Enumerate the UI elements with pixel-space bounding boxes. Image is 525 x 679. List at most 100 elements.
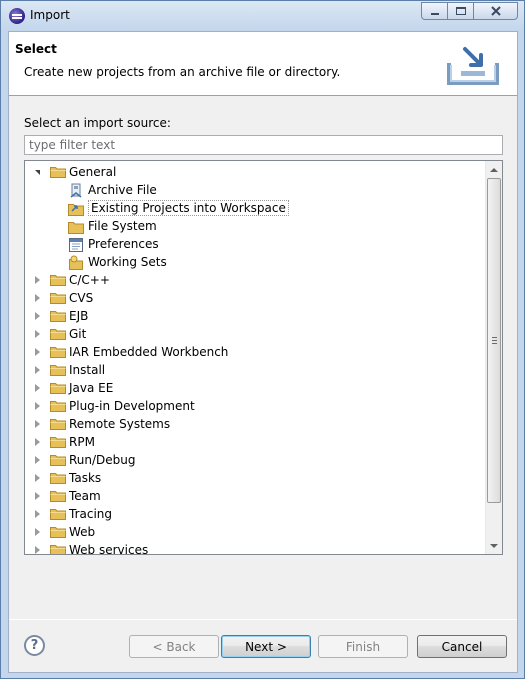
wizard-page-description: Create new projects from an archive file… xyxy=(24,65,341,79)
scroll-grip-icon xyxy=(492,337,497,344)
expand-closed-icon[interactable] xyxy=(35,384,40,392)
expand-closed-icon[interactable] xyxy=(35,312,40,320)
tree-item-tasks[interactable]: Tasks xyxy=(25,470,485,488)
folder-icon xyxy=(50,310,66,322)
expand-closed-icon[interactable] xyxy=(35,366,40,374)
tree-item-c-c-[interactable]: C/C++ xyxy=(25,272,485,290)
folder-icon xyxy=(50,472,66,484)
folder-icon xyxy=(50,364,66,376)
filter-input[interactable] xyxy=(24,135,503,155)
tree-item-label: Remote Systems xyxy=(69,417,171,431)
tree-item-label: Existing Projects into Workspace xyxy=(88,200,289,216)
tree-item-label: Java EE xyxy=(69,381,114,395)
close-icon xyxy=(490,6,501,16)
tree-item-preferences[interactable]: Preferences xyxy=(25,236,485,254)
help-button[interactable]: ? xyxy=(24,635,45,656)
tree-vertical-scrollbar[interactable] xyxy=(485,161,502,554)
tree-item-web[interactable]: Web xyxy=(25,524,485,542)
preferences-icon xyxy=(68,237,84,253)
tree-item-git[interactable]: Git xyxy=(25,326,485,344)
file-system-folder-icon xyxy=(68,219,84,235)
minimize-button[interactable] xyxy=(421,2,448,20)
expand-closed-icon[interactable] xyxy=(35,294,40,302)
folder-icon xyxy=(50,400,66,412)
expand-closed-icon[interactable] xyxy=(35,438,40,446)
dialog-content: Select Create new projects from an archi… xyxy=(8,31,518,673)
maximize-button[interactable] xyxy=(448,2,474,20)
tree-item-label: Run/Debug xyxy=(69,453,136,467)
cancel-button[interactable]: Cancel xyxy=(417,635,507,658)
eclipse-app-icon xyxy=(9,8,25,24)
tree-item-label: Preferences xyxy=(88,237,159,251)
expand-closed-icon[interactable] xyxy=(35,474,40,482)
expand-closed-icon[interactable] xyxy=(35,492,40,500)
folder-icon xyxy=(50,490,66,502)
tree-item-general[interactable]: General xyxy=(25,164,485,182)
import-source-label: Select an import source: xyxy=(24,116,171,130)
back-button[interactable]: < Back xyxy=(129,635,219,658)
tree-item-archive-file[interactable]: Archive File xyxy=(25,182,485,200)
next-button[interactable]: Next > xyxy=(221,635,311,658)
tree-item-web-services[interactable]: Web services xyxy=(25,542,485,555)
tree-item-cvs[interactable]: CVS xyxy=(25,290,485,308)
tree-item-existing-projects-into-workspace[interactable]: Existing Projects into Workspace xyxy=(25,200,485,218)
tree-item-label: IAR Embedded Workbench xyxy=(69,345,229,359)
expand-closed-icon[interactable] xyxy=(35,330,40,338)
folder-icon xyxy=(50,346,66,358)
window-controls xyxy=(421,2,518,20)
expand-closed-icon[interactable] xyxy=(35,420,40,428)
folder-icon xyxy=(50,544,66,554)
footer-separator xyxy=(9,619,517,620)
title-bar[interactable]: Import xyxy=(1,1,524,31)
finish-button[interactable]: Finish xyxy=(318,635,408,658)
existing-projects-icon xyxy=(68,201,84,217)
expand-closed-icon[interactable] xyxy=(35,276,40,284)
tree-item-label: Archive File xyxy=(88,183,157,197)
tree-item-remote-systems[interactable]: Remote Systems xyxy=(25,416,485,434)
tree-item-label: Plug-in Development xyxy=(69,399,195,413)
folder-icon xyxy=(50,166,66,178)
expand-closed-icon[interactable] xyxy=(35,456,40,464)
tree-item-team[interactable]: Team xyxy=(25,488,485,506)
tree-item-java-ee[interactable]: Java EE xyxy=(25,380,485,398)
import-wizard-icon xyxy=(447,47,499,85)
tree-item-iar-embedded-workbench[interactable]: IAR Embedded Workbench xyxy=(25,344,485,362)
tree-item-file-system[interactable]: File System xyxy=(25,218,485,236)
maximize-icon xyxy=(455,7,466,15)
expand-closed-icon[interactable] xyxy=(35,510,40,518)
tree-item-label: Tasks xyxy=(69,471,102,485)
import-source-tree[interactable]: General Archive File Existing Projects int… xyxy=(24,160,503,555)
tree-item-rpm[interactable]: RPM xyxy=(25,434,485,452)
expand-open-icon[interactable] xyxy=(35,170,40,175)
tree-item-label: EJB xyxy=(69,309,89,323)
expand-closed-icon[interactable] xyxy=(35,546,40,554)
scroll-up-button[interactable] xyxy=(486,161,502,178)
wizard-header: Select Create new projects from an archi… xyxy=(9,32,517,96)
tree-item-label: Web xyxy=(69,525,96,539)
tree-item-label: Working Sets xyxy=(88,255,167,269)
tree-item-label: Web services xyxy=(69,543,149,555)
tree-item-run-debug[interactable]: Run/Debug xyxy=(25,452,485,470)
expand-closed-icon[interactable] xyxy=(35,528,40,536)
tree-item-label: C/C++ xyxy=(69,273,110,287)
tree-item-label: CVS xyxy=(69,291,94,305)
expand-closed-icon[interactable] xyxy=(35,348,40,356)
expand-closed-icon[interactable] xyxy=(35,402,40,410)
close-button[interactable] xyxy=(474,2,518,20)
chevron-up-icon xyxy=(490,167,498,172)
tree-item-label: General xyxy=(69,165,117,179)
scroll-thumb[interactable] xyxy=(487,178,501,503)
tree-item-label: Git xyxy=(69,327,87,341)
tree-item-working-sets[interactable]: Working Sets xyxy=(25,254,485,272)
import-dialog-window: Import Select Create new projects from a… xyxy=(0,0,525,679)
tree-item-plug-in-development[interactable]: Plug-in Development xyxy=(25,398,485,416)
folder-icon xyxy=(50,328,66,340)
tree-item-tracing[interactable]: Tracing xyxy=(25,506,485,524)
tree-item-label: Tracing xyxy=(69,507,113,521)
tree-item-ejb[interactable]: EJB xyxy=(25,308,485,326)
tree-item-install[interactable]: Install xyxy=(25,362,485,380)
chevron-down-icon xyxy=(490,543,498,548)
tree-item-label: File System xyxy=(88,219,157,233)
scroll-down-button[interactable] xyxy=(486,537,502,554)
archive-file-icon xyxy=(68,183,84,199)
